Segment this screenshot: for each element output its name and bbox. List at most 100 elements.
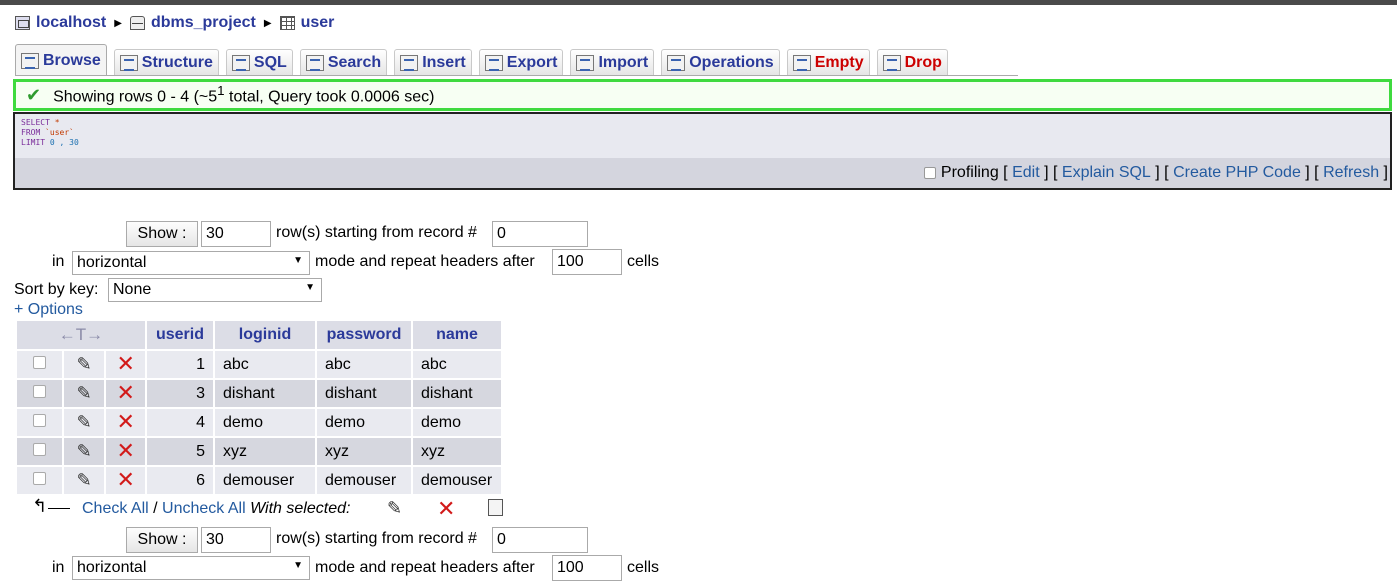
structure-icon	[119, 55, 138, 71]
table-header-row: ←T→ userid loginid password name	[17, 321, 501, 349]
import-icon	[576, 55, 595, 71]
rows-input-bottom[interactable]: 30	[201, 527, 271, 553]
tab-operations[interactable]: Operations	[661, 49, 780, 76]
delete-row-button[interactable]: ✕	[106, 409, 145, 436]
cells-text-bottom: cells	[627, 559, 660, 576]
tab-bar: Browse Structure SQL Search Insert Expor…	[15, 44, 955, 76]
repeat-headers-input-bottom[interactable]: 100	[552, 555, 622, 581]
edit-row-button[interactable]: ✎	[63, 351, 105, 378]
success-message: ✔ Showing rows 0 - 4 (~51 total, Query t…	[13, 79, 1392, 111]
cell-name: dishant	[413, 380, 501, 407]
column-header-name[interactable]: name	[413, 321, 501, 349]
table-row: ✎ ✕ 1 abc abc abc	[17, 351, 501, 378]
delete-row-button[interactable]: ✕	[106, 380, 145, 407]
chevron-down-icon: ▼	[305, 282, 315, 293]
rows-input-top[interactable]: 30	[201, 221, 271, 247]
tab-drop[interactable]: Drop	[876, 49, 948, 76]
cell-loginid: xyz	[215, 438, 315, 465]
sort-by-key-select[interactable]: None ▼	[108, 278, 322, 302]
start-record-input-bottom[interactable]: 0	[492, 527, 588, 553]
tab-export[interactable]: Export	[478, 49, 564, 76]
starting-text-bottom: row(s) starting from record #	[276, 530, 477, 547]
table-row: ✎ ✕ 5 xyz xyz xyz	[17, 438, 501, 465]
repeat-headers-input-top[interactable]: 100	[552, 249, 622, 275]
delete-row-button[interactable]: ✕	[106, 438, 145, 465]
server-icon	[15, 16, 30, 30]
show-button-top[interactable]: Show :	[126, 221, 198, 247]
display-mode-select-bottom[interactable]: horizontal ▼	[72, 556, 310, 580]
empty-icon	[792, 55, 811, 71]
tab-underline	[15, 75, 1018, 76]
edit-row-button[interactable]: ✎	[63, 438, 105, 465]
tab-empty[interactable]: Empty	[786, 49, 870, 76]
pencil-icon: ✎	[76, 354, 92, 374]
cell-password: demouser	[317, 467, 411, 494]
tab-sql[interactable]: SQL	[225, 49, 293, 76]
status-text: Showing rows 0 - 4 (~51 total, Query too…	[53, 83, 435, 106]
delete-row-button[interactable]: ✕	[106, 467, 145, 494]
column-header-loginid[interactable]: loginid	[215, 321, 315, 349]
with-selected-label: With selected:	[250, 500, 351, 517]
row-checkbox[interactable]	[17, 467, 62, 494]
breadcrumb-server[interactable]: localhost	[36, 14, 106, 32]
row-checkbox[interactable]	[17, 351, 62, 378]
delete-icon: ✕	[116, 351, 135, 376]
starting-text-top: row(s) starting from record #	[276, 224, 477, 241]
edit-sql-link[interactable]: Edit	[1012, 164, 1040, 182]
bulk-edit-pencil-icon[interactable]: ✎	[387, 498, 402, 519]
breadcrumb-database[interactable]: dbms_project	[151, 14, 256, 32]
start-record-input-top[interactable]: 0	[492, 221, 588, 247]
refresh-link[interactable]: Refresh	[1323, 164, 1379, 182]
display-mode-select-top[interactable]: horizontal ▼	[72, 251, 310, 275]
cell-userid: 3	[147, 380, 213, 407]
in-label-top: in	[52, 253, 65, 270]
column-resize-header[interactable]: ←T→	[17, 321, 145, 349]
column-header-password[interactable]: password	[317, 321, 411, 349]
tab-search[interactable]: Search	[299, 49, 388, 76]
tab-insert[interactable]: Insert	[394, 49, 472, 76]
column-header-userid[interactable]: userid	[147, 321, 213, 349]
profiling-checkbox[interactable]	[923, 167, 936, 179]
check-all-link[interactable]: Check All	[82, 500, 149, 517]
profiling-label: Profiling	[940, 164, 999, 181]
bulk-export-icon[interactable]	[488, 499, 503, 516]
cell-loginid: abc	[215, 351, 315, 378]
edit-row-button[interactable]: ✎	[63, 380, 105, 407]
checkmark-icon: ✔	[26, 84, 42, 105]
cell-userid: 6	[147, 467, 213, 494]
search-icon	[305, 55, 324, 71]
options-link[interactable]: + Options	[14, 301, 83, 319]
delete-icon: ✕	[116, 380, 135, 405]
cell-loginid: demouser	[215, 467, 315, 494]
cell-name: xyz	[413, 438, 501, 465]
sql-query-box: SELECT * FROM `user` LIMIT 0 , 30 Profil…	[13, 112, 1392, 190]
cells-text-top: cells	[627, 253, 660, 270]
breadcrumb-table[interactable]: user	[301, 14, 335, 32]
delete-row-button[interactable]: ✕	[106, 351, 145, 378]
table-row: ✎ ✕ 6 demouser demouser demouser	[17, 467, 501, 494]
breadcrumb-separator-icon: ▶	[263, 17, 272, 29]
edit-row-button[interactable]: ✎	[63, 467, 105, 494]
chevron-down-icon: ▼	[293, 560, 303, 571]
pencil-icon: ✎	[76, 470, 92, 490]
show-button-bottom[interactable]: Show :	[126, 527, 198, 553]
sql-code: SELECT * FROM `user` LIMIT 0 , 30	[21, 118, 79, 147]
edit-row-button[interactable]: ✎	[63, 409, 105, 436]
bulk-delete-icon[interactable]: ✕	[437, 498, 455, 520]
uncheck-all-link[interactable]: Uncheck All	[162, 500, 246, 517]
top-bar	[0, 0, 1397, 5]
cell-userid: 1	[147, 351, 213, 378]
row-checkbox[interactable]	[17, 380, 62, 407]
tab-structure[interactable]: Structure	[113, 49, 219, 76]
explain-sql-link[interactable]: Explain SQL	[1062, 164, 1151, 182]
row-checkbox[interactable]	[17, 409, 62, 436]
browse-icon	[21, 52, 39, 69]
breadcrumb-separator-icon: ▶	[114, 17, 122, 29]
row-checkbox[interactable]	[17, 438, 62, 465]
tab-browse[interactable]: Browse	[15, 44, 107, 76]
create-php-code-link[interactable]: Create PHP Code	[1173, 164, 1301, 182]
pencil-icon: ✎	[76, 383, 92, 403]
cell-name: abc	[413, 351, 501, 378]
bulk-actions: Check All / Uncheck All With selected:	[82, 500, 351, 517]
tab-import[interactable]: Import	[570, 49, 655, 76]
